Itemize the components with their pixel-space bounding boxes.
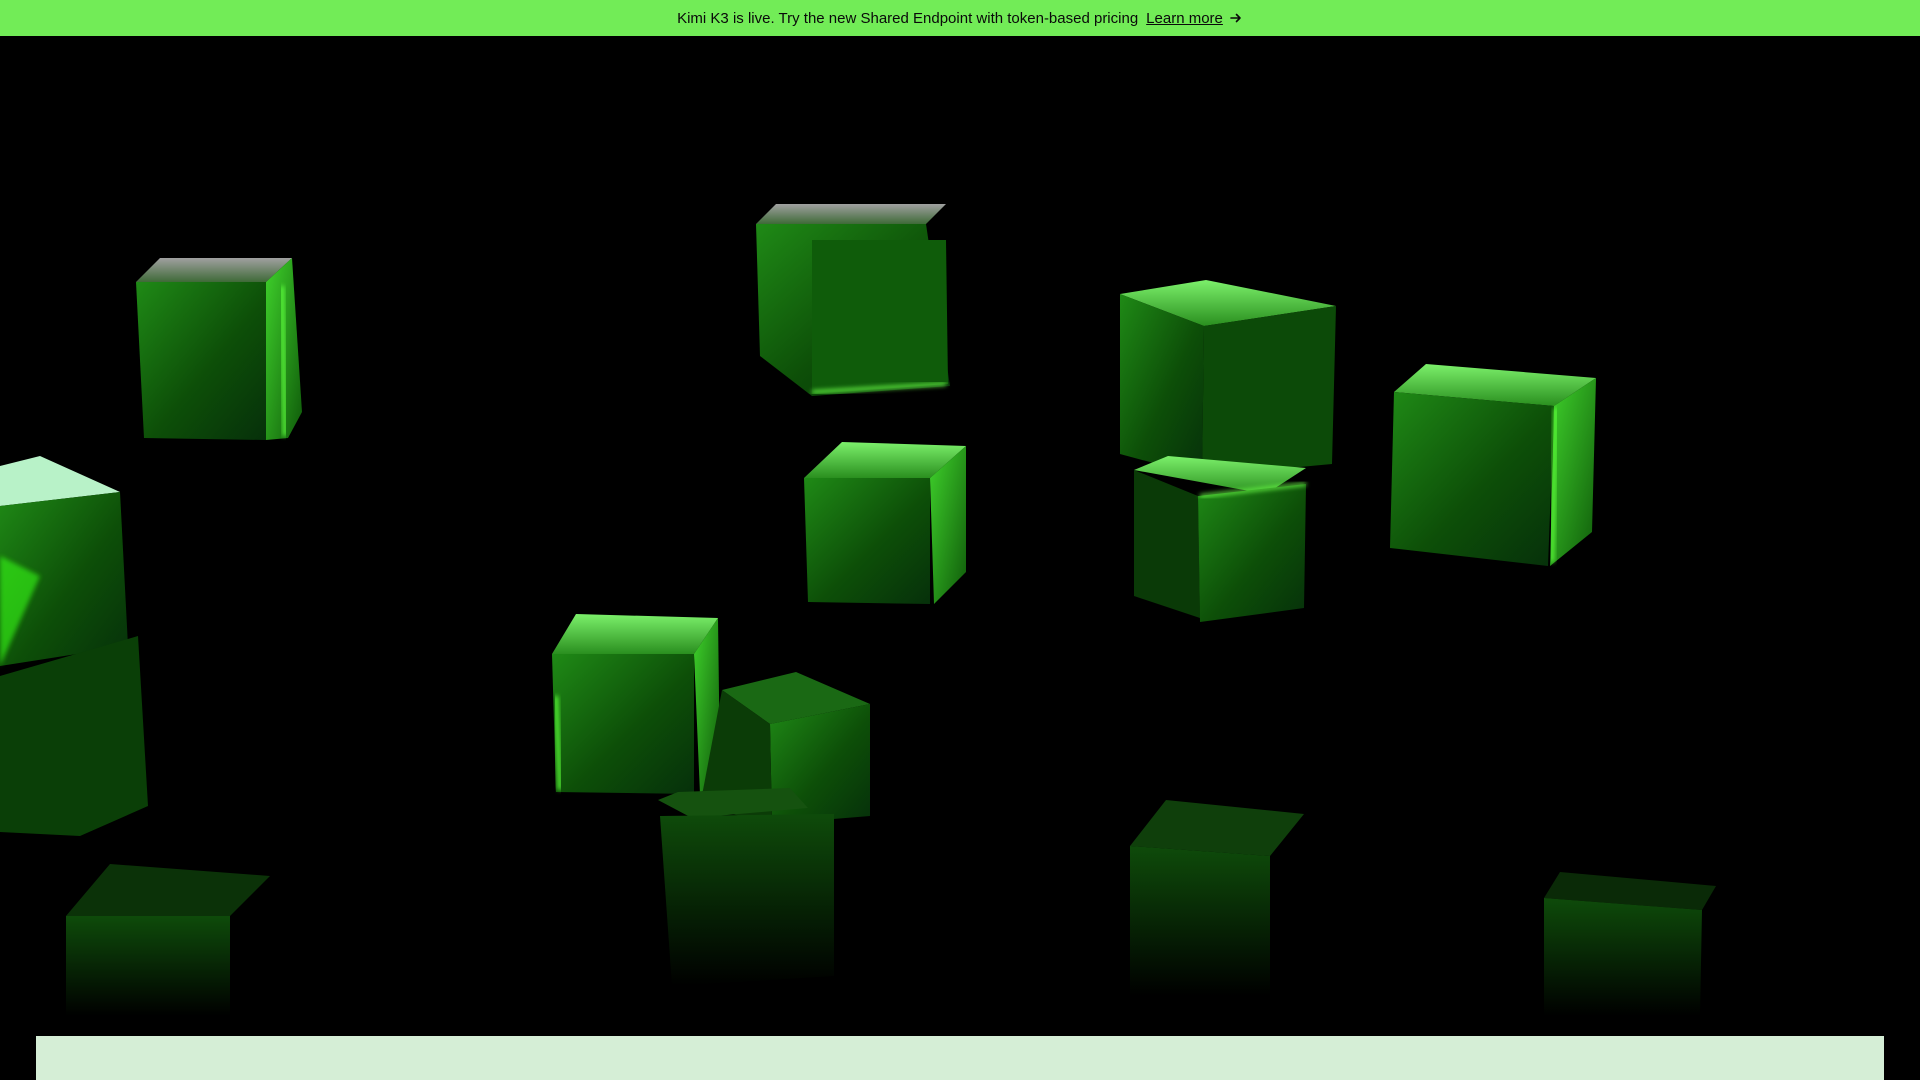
cube bbox=[66, 864, 270, 1016]
announcement-banner: Kimi K3 is live. Try the new Shared Endp… bbox=[0, 0, 1920, 36]
cube bbox=[1130, 800, 1304, 996]
cube bbox=[804, 442, 966, 604]
learn-more-label: Learn more bbox=[1146, 9, 1223, 27]
hero-section bbox=[0, 36, 1920, 1080]
cube bbox=[658, 788, 834, 986]
cube bbox=[1390, 364, 1596, 566]
content-panel bbox=[36, 1036, 1884, 1080]
cube bbox=[136, 258, 302, 440]
learn-more-link[interactable]: Learn more bbox=[1146, 10, 1243, 27]
cube bbox=[1120, 280, 1336, 476]
announcement-text: Kimi K3 is live. Try the new Shared Endp… bbox=[677, 9, 1139, 27]
arrow-right-icon bbox=[1230, 13, 1241, 23]
cube bbox=[1134, 456, 1307, 622]
cubes-graphic bbox=[0, 204, 1716, 1016]
cube bbox=[756, 204, 950, 396]
cube bbox=[552, 614, 720, 794]
cube bbox=[0, 456, 148, 836]
cube bbox=[1544, 872, 1716, 1016]
